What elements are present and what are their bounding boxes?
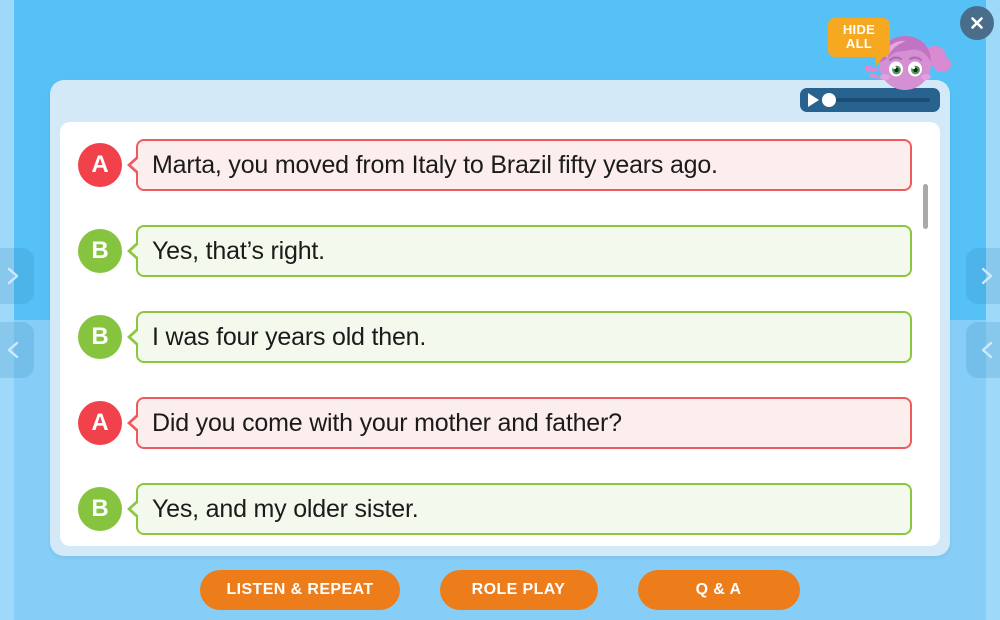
speaker-badge[interactable]: B: [78, 315, 122, 359]
dialogue-text: Marta, you moved from Italy to Brazil fi…: [152, 151, 718, 179]
dialogue-card: A Marta, you moved from Italy to Brazil …: [60, 122, 940, 546]
chevron-right-icon: [981, 267, 993, 285]
speaker-badge[interactable]: A: [78, 143, 122, 187]
listen-and-repeat-button[interactable]: LISTEN & REPEAT: [200, 570, 400, 610]
nav-prev-right-button[interactable]: [966, 322, 1000, 378]
background-edge-left: [0, 0, 14, 620]
dialogue-row: A Marta, you moved from Italy to Brazil …: [60, 122, 940, 208]
dialogue-bubble[interactable]: Yes, that’s right.: [127, 225, 912, 277]
play-icon[interactable]: [808, 93, 819, 107]
audio-seek-track: [829, 98, 930, 102]
dialogue-text: Yes, that’s right.: [152, 237, 325, 265]
hide-all-line-2: ALL: [845, 36, 873, 51]
dialogue-text: Yes, and my older sister.: [152, 495, 419, 523]
background-edge-right: [986, 0, 1000, 620]
nav-next-left-button[interactable]: [0, 248, 34, 304]
role-play-button[interactable]: ROLE PLAY: [439, 570, 598, 610]
dialogue-bubble[interactable]: Marta, you moved from Italy to Brazil fi…: [127, 139, 912, 191]
speaker-badge[interactable]: A: [78, 401, 122, 445]
dialogue-text: I was four years old then.: [152, 323, 427, 351]
dialogue-bubble[interactable]: Yes, and my older sister.: [127, 483, 912, 535]
nav-next-right-button[interactable]: [966, 248, 1000, 304]
close-icon: [971, 17, 983, 29]
dialogue-scrollbar-thumb[interactable]: [923, 184, 928, 229]
speaker-badge[interactable]: B: [78, 229, 122, 273]
audio-seek-slider[interactable]: [822, 93, 932, 107]
close-button[interactable]: [960, 6, 994, 40]
action-bar: LISTEN & REPEAT ROLE PLAY Q & A: [0, 570, 1000, 610]
hide-all-button[interactable]: HIDE ALL: [828, 18, 890, 66]
nav-prev-left-button[interactable]: [0, 322, 34, 378]
chevron-right-icon: [7, 267, 19, 285]
lesson-panel: A Marta, you moved from Italy to Brazil …: [50, 80, 950, 556]
audio-seek-knob[interactable]: [822, 93, 836, 107]
dialogue-list: A Marta, you moved from Italy to Brazil …: [60, 122, 940, 546]
hide-all-line-1: HIDE: [842, 22, 876, 37]
dialogue-row: B I was four years old then.: [60, 294, 940, 380]
audio-player[interactable]: [800, 88, 940, 112]
app-stage: HIDE ALL A Marta, you moved from Italy t…: [0, 0, 1000, 620]
chevron-left-icon: [7, 341, 19, 359]
speaker-badge[interactable]: B: [78, 487, 122, 531]
dialogue-row: B Yes, and my older sister.: [60, 466, 940, 546]
dialogue-text: Did you come with your mother and father…: [152, 409, 622, 437]
dialogue-row: B Yes, that’s right.: [60, 208, 940, 294]
qa-button[interactable]: Q & A: [637, 570, 800, 610]
dialogue-bubble[interactable]: I was four years old then.: [127, 311, 912, 363]
dialogue-bubble[interactable]: Did you come with your mother and father…: [127, 397, 912, 449]
dialogue-row: A Did you come with your mother and fath…: [60, 380, 940, 466]
chevron-left-icon: [981, 341, 993, 359]
